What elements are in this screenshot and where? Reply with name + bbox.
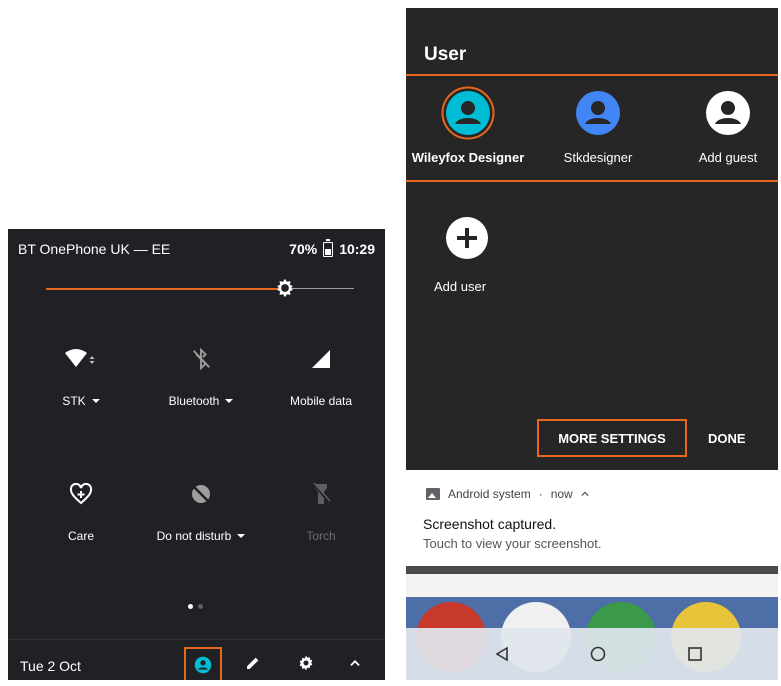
- tile-mobile-data[interactable]: Mobile data: [261, 344, 381, 408]
- wifi-icon: [65, 349, 95, 367]
- avatar: [706, 91, 750, 135]
- user-avatar-icon: [441, 86, 495, 140]
- carrier-label: BT OnePhone UK — EE: [18, 241, 171, 257]
- tile-wifi-label: STK: [62, 394, 86, 408]
- edit-pencil-icon[interactable]: [245, 655, 261, 671]
- notification-title: Screenshot captured.: [423, 516, 557, 532]
- user-switcher-panel: User Wileyfox Designer Stkdesigner Add g…: [406, 8, 778, 680]
- date-label: Tue 2 Oct: [20, 658, 81, 674]
- battery-percent: 70%: [289, 241, 318, 257]
- heart-plus-icon: [69, 483, 93, 505]
- avatar: [576, 91, 620, 135]
- torch-off-icon: [312, 482, 331, 504]
- user-switch-button[interactable]: [184, 647, 222, 680]
- clock: 10:29: [339, 241, 375, 257]
- tile-wifi[interactable]: STK: [21, 344, 141, 408]
- quick-settings-panel: BT OnePhone UK — EE 70% 10:29 STK Blueto…: [8, 229, 385, 680]
- done-button[interactable]: DONE: [708, 419, 746, 457]
- add-icon: [446, 217, 488, 259]
- user-name: Stkdesigner: [563, 150, 633, 165]
- tile-torch-label: Torch: [306, 529, 336, 543]
- chevron-up-icon[interactable]: [348, 656, 362, 670]
- brightness-slider-filled[interactable]: [46, 288, 284, 290]
- tile-bluetooth[interactable]: Bluetooth: [141, 344, 261, 408]
- chevron-down-icon[interactable]: [225, 399, 234, 403]
- home-icon[interactable]: [590, 646, 606, 662]
- status-indicators: 70% 10:29: [289, 238, 375, 257]
- notification-app: Android system: [448, 487, 531, 501]
- user-name: Add guest: [698, 150, 758, 165]
- brightness-slider-thumb[interactable]: [274, 277, 296, 299]
- panel-title: User: [424, 44, 467, 65]
- user-avatar-icon: [576, 91, 620, 135]
- signal-icon: [312, 350, 330, 368]
- chevron-up-icon[interactable]: [581, 491, 589, 497]
- account-circle-icon: [194, 656, 212, 674]
- notification-header: Android system · now: [426, 487, 589, 501]
- do-not-disturb-icon: [192, 485, 210, 503]
- page-indicator: [188, 604, 203, 609]
- avatar: [441, 86, 495, 140]
- notification-time: now: [550, 487, 573, 501]
- notification-footer: [406, 574, 778, 597]
- chevron-down-icon[interactable]: [237, 534, 246, 538]
- user-name: Wileyfox Designer: [411, 150, 525, 165]
- more-settings-button[interactable]: MORE SETTINGS: [537, 419, 687, 457]
- user-stkdesigner[interactable]: Stkdesigner: [533, 91, 663, 165]
- user-wileyfox-designer[interactable]: Wileyfox Designer: [406, 86, 533, 165]
- add-guest-button[interactable]: Add guest: [663, 91, 778, 165]
- tile-care-label: Care: [67, 529, 94, 543]
- screenshot-preview: [406, 566, 778, 574]
- recents-icon[interactable]: [687, 646, 703, 662]
- tile-mobile-data-label: Mobile data: [289, 394, 353, 408]
- navigation-bar: [406, 628, 778, 680]
- tile-torch[interactable]: Torch: [261, 479, 381, 543]
- page-dot-active: [188, 604, 193, 609]
- tile-care[interactable]: Care: [21, 479, 141, 543]
- page-dot: [198, 604, 203, 609]
- image-icon: [426, 488, 440, 500]
- guest-avatar-icon: [706, 91, 750, 135]
- notification-card[interactable]: Android system · now Screenshot captured…: [406, 470, 778, 597]
- tile-do-not-disturb-label: Do not disturb: [156, 529, 232, 543]
- chevron-down-icon[interactable]: [91, 399, 100, 403]
- notification-text: Touch to view your screenshot.: [423, 536, 602, 551]
- tile-do-not-disturb[interactable]: Do not disturb: [141, 479, 261, 543]
- battery-icon: [323, 238, 334, 257]
- tile-bluetooth-label: Bluetooth: [168, 394, 220, 408]
- add-user-label: Add user: [434, 279, 487, 294]
- add-user-button[interactable]: Add user: [434, 216, 514, 294]
- gear-icon[interactable]: [298, 655, 314, 671]
- back-icon[interactable]: [494, 646, 510, 662]
- bluetooth-off-icon: [193, 347, 210, 371]
